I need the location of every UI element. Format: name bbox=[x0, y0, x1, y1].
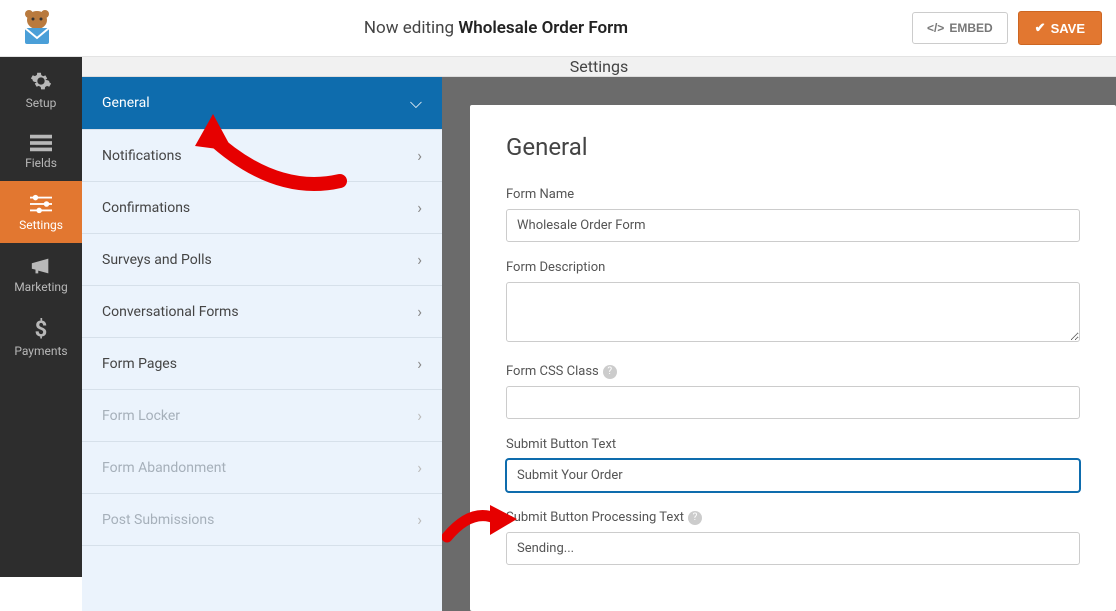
svg-text:$: $ bbox=[35, 318, 48, 340]
embed-button[interactable]: </> EMBED bbox=[912, 12, 1008, 44]
settings-sidebar: General ⌵ Notifications › Confirmations … bbox=[82, 77, 442, 611]
nav-settings[interactable]: Settings bbox=[0, 181, 82, 243]
chevron-right-icon: › bbox=[417, 146, 422, 165]
sidebar-item-confirmations[interactable]: Confirmations › bbox=[82, 182, 442, 234]
form-title: Wholesale Order Form bbox=[458, 18, 628, 38]
general-panel: General Form Name Form Description Form … bbox=[470, 105, 1116, 611]
panel-heading: General bbox=[506, 133, 1080, 161]
chevron-right-icon: › bbox=[417, 354, 422, 373]
form-desc-label: Form Description bbox=[506, 260, 1080, 275]
sidebar-item-surveys[interactable]: Surveys and Polls › bbox=[82, 234, 442, 286]
chevron-right-icon: › bbox=[417, 250, 422, 269]
left-nav: Setup Fields Settings Marketing $ Paymen… bbox=[0, 57, 82, 577]
sidebar-item-formlocker[interactable]: Form Locker › bbox=[82, 390, 442, 442]
list-icon bbox=[30, 134, 52, 152]
logo bbox=[14, 5, 60, 51]
chevron-right-icon: › bbox=[417, 510, 422, 529]
css-class-input[interactable] bbox=[506, 386, 1080, 419]
processing-input[interactable] bbox=[506, 532, 1080, 565]
submit-text-input[interactable] bbox=[506, 459, 1080, 492]
megaphone-icon bbox=[30, 256, 52, 276]
editing-title: Now editing Wholesale Order Form bbox=[80, 18, 912, 38]
gear-icon bbox=[30, 70, 52, 92]
code-icon: </> bbox=[927, 21, 944, 35]
nav-marketing[interactable]: Marketing bbox=[0, 243, 82, 305]
chevron-down-icon: ⌵ bbox=[410, 93, 422, 113]
help-icon[interactable]: ? bbox=[603, 365, 617, 379]
submit-text-label: Submit Button Text bbox=[506, 437, 1080, 452]
sidebar-item-formpages[interactable]: Form Pages › bbox=[82, 338, 442, 390]
sidebar-item-postsubmissions[interactable]: Post Submissions › bbox=[82, 494, 442, 546]
sliders-icon bbox=[30, 194, 52, 214]
nav-payments[interactable]: $ Payments bbox=[0, 305, 82, 369]
editing-prefix: Now editing bbox=[364, 18, 454, 38]
form-desc-input[interactable] bbox=[506, 282, 1080, 342]
sidebar-item-conversational[interactable]: Conversational Forms › bbox=[82, 286, 442, 338]
save-button[interactable]: ✔ SAVE bbox=[1018, 11, 1102, 45]
nav-setup[interactable]: Setup bbox=[0, 57, 82, 121]
sidebar-item-general[interactable]: General ⌵ bbox=[82, 77, 442, 130]
chevron-right-icon: › bbox=[417, 406, 422, 425]
content-header: Settings bbox=[82, 57, 1116, 77]
help-icon[interactable]: ? bbox=[688, 511, 702, 525]
dollar-icon: $ bbox=[32, 318, 50, 340]
chevron-right-icon: › bbox=[417, 302, 422, 321]
check-icon: ✔ bbox=[1035, 20, 1046, 36]
processing-label: Submit Button Processing Text? bbox=[506, 510, 1080, 525]
sidebar-item-notifications[interactable]: Notifications › bbox=[82, 130, 442, 182]
chevron-right-icon: › bbox=[417, 198, 422, 217]
top-bar: Now editing Wholesale Order Form </> EMB… bbox=[0, 0, 1116, 57]
nav-fields[interactable]: Fields bbox=[0, 121, 82, 181]
chevron-right-icon: › bbox=[417, 458, 422, 477]
form-name-input[interactable] bbox=[506, 209, 1080, 242]
form-name-label: Form Name bbox=[506, 187, 1080, 202]
css-class-label: Form CSS Class? bbox=[506, 364, 1080, 379]
sidebar-item-abandonment[interactable]: Form Abandonment › bbox=[82, 442, 442, 494]
